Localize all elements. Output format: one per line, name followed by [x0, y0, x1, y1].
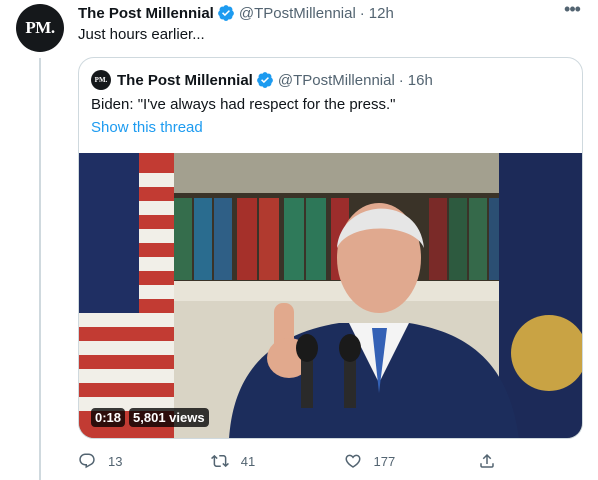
quoted-tweet-time: 16h	[407, 71, 433, 89]
quoted-tweet-header: PM. The Post Millennial @TPostMillennial…	[91, 70, 433, 90]
share-icon	[480, 453, 494, 468]
show-thread-link[interactable]: Show this thread	[91, 119, 203, 136]
like-count: 177	[373, 453, 396, 469]
verified-badge-icon	[217, 4, 235, 22]
quoted-author-handle: @TPostMillennial	[277, 71, 395, 89]
reply-icon	[79, 453, 95, 469]
separator: ·	[359, 4, 365, 22]
reply-count: 13	[108, 453, 123, 469]
video-duration: 0:18	[91, 408, 126, 427]
video-player[interactable]: 0:18 5,801 views	[79, 153, 582, 438]
quoted-author-name: The Post Millennial	[117, 71, 253, 89]
separator: ·	[398, 71, 404, 89]
video-badges: 0:18 5,801 views	[91, 408, 209, 427]
tweet-header: The Post Millennial @TPostMillennial · 1…	[78, 3, 394, 23]
heart-icon	[345, 454, 361, 468]
tweet-actions: 13 41 177	[78, 449, 508, 473]
quoted-avatar: PM.	[91, 70, 111, 90]
video-views: 5,801 views	[129, 408, 209, 427]
tweet[interactable]: PM. The Post Millennial @TPostMillennial…	[0, 0, 598, 480]
author-name[interactable]: The Post Millennial	[78, 5, 214, 22]
quoted-tweet-text: Biden: "I've always had respect for the …	[91, 96, 396, 113]
more-options-button[interactable]: •••	[562, 0, 582, 20]
share-button[interactable]	[478, 452, 508, 470]
verified-badge-icon	[256, 71, 274, 89]
tweet-text: Just hours earlier...	[78, 26, 205, 43]
avatar[interactable]: PM.	[16, 4, 64, 52]
like-button[interactable]: 177	[344, 452, 396, 470]
retweet-icon	[210, 454, 229, 468]
reply-button[interactable]: 13	[78, 452, 128, 470]
video-frame	[79, 153, 582, 438]
quoted-tweet-card[interactable]: PM. The Post Millennial @TPostMillennial…	[78, 57, 583, 439]
author-handle[interactable]: @TPostMillennial	[239, 5, 356, 22]
tweet-time[interactable]: 12h	[369, 5, 394, 22]
retweet-button[interactable]: 41	[210, 452, 261, 470]
thread-line	[39, 58, 41, 480]
retweet-count: 41	[240, 453, 256, 469]
